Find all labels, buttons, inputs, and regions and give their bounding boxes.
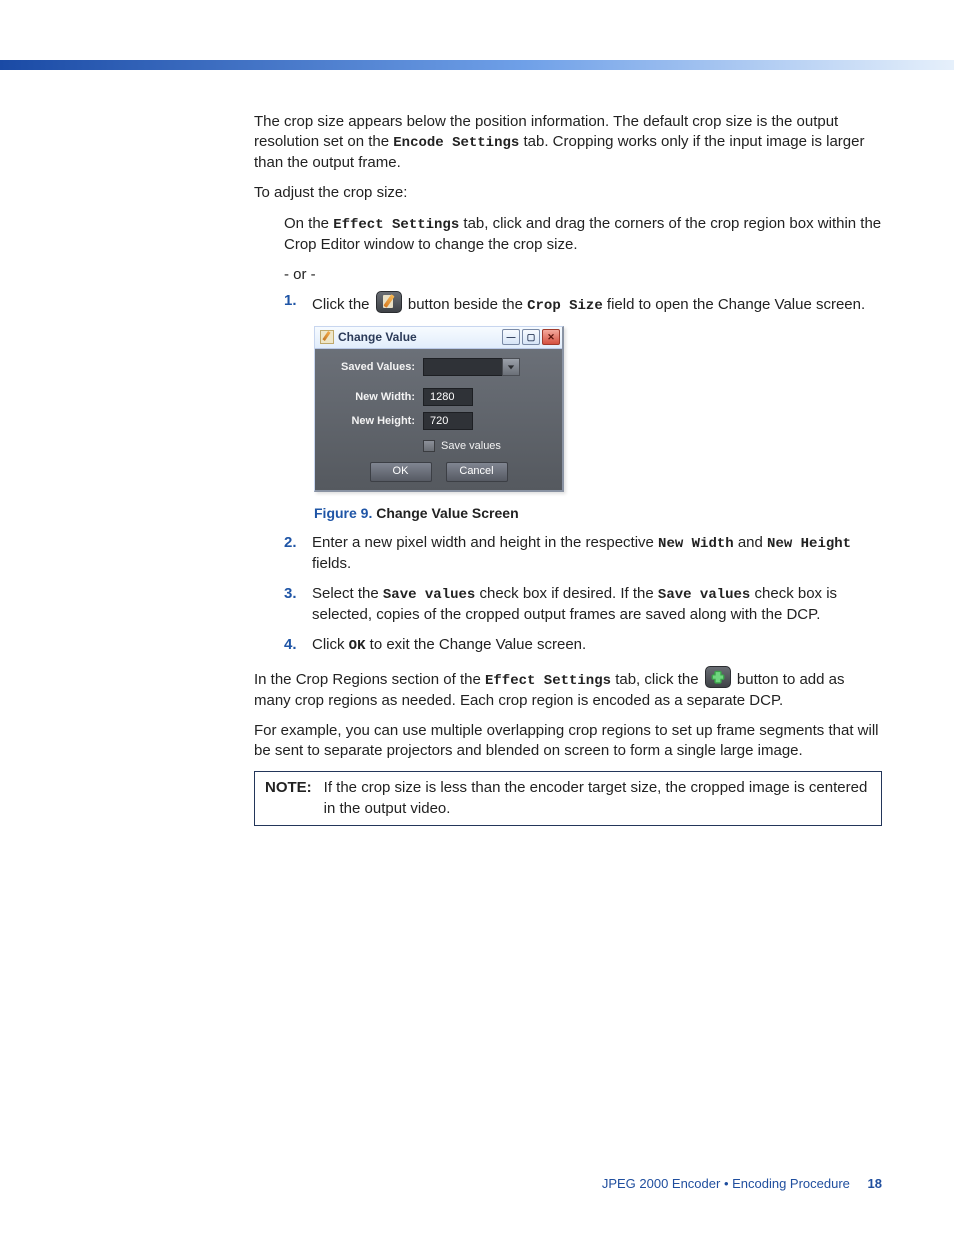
code-new-height: New Height [767,536,851,552]
code-effect-settings: Effect Settings [333,217,459,233]
paragraph-example: For example, you can use multiple overla… [254,721,882,762]
ok-button[interactable]: OK [370,462,432,482]
new-height-input[interactable]: 720 [423,412,473,430]
figure-caption: Figure 9. Change Value Screen [314,504,882,523]
text: check box if desired. If the [479,585,657,602]
dialog-titlebar: Change Value — ▢ ✕ [315,327,562,349]
step-number: 4. [284,635,302,655]
figure-title: Change Value Screen [376,505,518,521]
cancel-button[interactable]: Cancel [446,462,508,482]
edit-icon[interactable] [376,291,402,313]
text: Enter a new pixel width and height in th… [312,534,658,551]
paragraph-to-adjust: To adjust the crop size: [254,183,882,203]
row-new-width: New Width: 1280 [323,385,554,409]
paragraph-crop-regions: In the Crop Regions section of the Effec… [254,666,882,711]
text: and [738,534,767,551]
or-separator: - or - [284,265,882,285]
dialog-title-text: Change Value [338,329,417,345]
step-1: 1. Click the button beside the Crop Size… [284,291,882,316]
text: button beside the [408,296,527,313]
row-new-height: New Height: 720 [323,409,554,433]
note-label: NOTE: [265,778,312,798]
paragraph-on-effect: On the Effect Settings tab, click and dr… [284,214,882,255]
minimize-button[interactable]: — [502,329,520,345]
new-width-input[interactable]: 1280 [423,388,473,406]
add-icon[interactable] [705,666,731,688]
text: On the [284,215,333,232]
maximize-button[interactable]: ▢ [522,329,540,345]
dialog-title-icon [320,330,334,344]
note-box: NOTE: If the crop size is less than the … [254,771,882,826]
step-number: 1. [284,291,302,311]
code-new-width: New Width [658,536,734,552]
code-effect-settings-2: Effect Settings [485,673,611,689]
code-encode-settings: Encode Settings [393,135,519,151]
dialog-body: Saved Values: New Width: 1280 New Height… [315,349,562,490]
new-width-label: New Width: [323,390,423,405]
step-3: 3. Select the Save values check box if d… [284,584,882,625]
step-2-body: Enter a new pixel width and height in th… [312,533,882,574]
paragraph-intro-1: The crop size appears below the position… [254,112,882,173]
code-save-values: Save values [383,587,475,603]
figure-number: Figure 9. [314,505,376,521]
row-saved-values: Saved Values: [323,355,554,379]
window-buttons: — ▢ ✕ [502,329,560,345]
page-footer: JPEG 2000 Encoder • Encoding Procedure 1… [602,1175,882,1193]
text: Click the [312,296,374,313]
step-number: 2. [284,533,302,553]
page-content: The crop size appears below the position… [254,112,882,826]
step-number: 3. [284,584,302,604]
text: Select the [312,585,383,602]
text: In the Crop Regions section of the [254,671,485,688]
code-crop-size: Crop Size [527,298,603,314]
footer-page: 18 [868,1176,882,1191]
text: Click [312,636,349,653]
note-text: If the crop size is less than the encode… [324,778,871,819]
dialog-buttons: OK Cancel [323,462,554,482]
chevron-down-icon[interactable] [502,358,520,376]
footer-text: JPEG 2000 Encoder • Encoding Procedure [602,1176,850,1191]
row-save-values: Save values [423,439,554,454]
new-height-label: New Height: [323,414,423,429]
change-value-dialog: Change Value — ▢ ✕ Saved Values: [314,326,564,492]
figure-9-wrap: Change Value — ▢ ✕ Saved Values: [314,326,882,492]
step-1-body: Click the button beside the Crop Size fi… [312,291,882,316]
step-3-body: Select the Save values check box if desi… [312,584,882,625]
header-gradient-bar [0,60,954,70]
step-4-body: Click OK to exit the Change Value screen… [312,635,882,656]
text: fields. [312,555,351,572]
code-ok: OK [349,638,366,654]
saved-values-select[interactable] [423,358,503,376]
save-values-checkbox[interactable] [423,440,435,452]
step-2: 2. Enter a new pixel width and height in… [284,533,882,574]
save-values-label: Save values [441,439,501,454]
close-button[interactable]: ✕ [542,329,560,345]
code-save-values-2: Save values [658,587,750,603]
step-4: 4. Click OK to exit the Change Value scr… [284,635,882,656]
text: field to open the Change Value screen. [607,296,865,313]
text: tab, click the [615,671,703,688]
text: to exit the Change Value screen. [370,636,587,653]
saved-values-label: Saved Values: [323,360,423,375]
